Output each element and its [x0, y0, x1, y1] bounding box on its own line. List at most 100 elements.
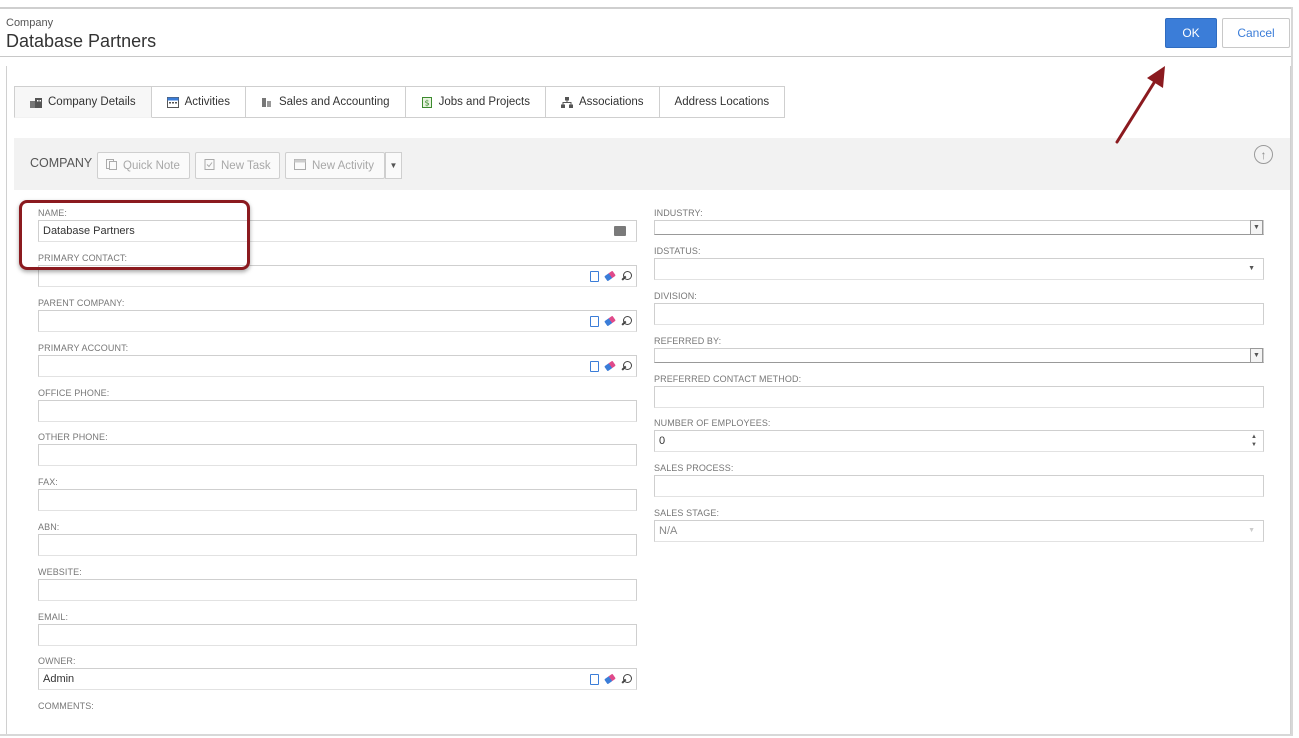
note-icon	[106, 158, 117, 173]
tab-label: Address Locations	[674, 96, 770, 108]
abn-field[interactable]	[38, 534, 637, 556]
industry-select[interactable]: ▼	[654, 220, 1264, 235]
tab-address-locations[interactable]: Address Locations	[659, 86, 786, 118]
owner-field[interactable]: Admin	[38, 668, 637, 690]
clear-eraser-icon[interactable]	[604, 315, 616, 327]
fax-field[interactable]	[38, 489, 637, 511]
section-title: COMPANY	[30, 156, 93, 170]
dialog-header: Company Database Partners OK Cancel	[0, 9, 1291, 57]
sales-stage-select: N/A ▼	[654, 520, 1264, 542]
svg-text:$: $	[424, 98, 429, 107]
lookup-actions	[590, 359, 632, 373]
division-field[interactable]	[654, 303, 1264, 325]
email-label: EMAIL:	[38, 612, 69, 622]
tab-label: Company Details	[48, 96, 136, 108]
chevron-down-icon[interactable]: ▼	[1250, 220, 1263, 235]
parent-company-label: PARENT COMPANY:	[38, 298, 125, 308]
other-phone-label: OTHER PHONE:	[38, 432, 108, 442]
parent-company-field[interactable]	[38, 310, 637, 332]
quick-note-button[interactable]: Quick Note	[97, 152, 190, 179]
sales-stage-label: SALES STAGE:	[654, 508, 720, 518]
website-field[interactable]	[38, 579, 637, 601]
office-phone-label: OFFICE PHONE:	[38, 388, 110, 398]
comments-label: COMMENTS:	[38, 701, 94, 711]
dollar-doc-icon: $	[421, 96, 433, 108]
abn-label: ABN:	[38, 522, 60, 532]
more-actions-dropdown[interactable]: ▼	[385, 152, 402, 179]
preferred-contact-method-label: PREFERRED CONTACT METHOD:	[654, 374, 802, 384]
tab-activities[interactable]: Activities	[151, 86, 246, 118]
window-right-border	[1291, 7, 1293, 735]
sales-process-label: SALES PROCESS:	[654, 463, 734, 473]
entity-name-title: Database Partners	[6, 31, 157, 51]
primary-account-label: PRIMARY ACCOUNT:	[38, 343, 129, 353]
primary-account-field[interactable]	[38, 355, 637, 377]
number-of-employees-value: 0	[659, 435, 666, 447]
clear-eraser-icon[interactable]	[604, 360, 616, 372]
open-record-icon[interactable]	[590, 315, 599, 327]
referred-by-label: REFERRED BY:	[654, 336, 722, 346]
lookup-actions	[590, 672, 632, 686]
search-icon[interactable]	[621, 315, 632, 327]
clear-eraser-icon[interactable]	[604, 673, 616, 685]
preferred-contact-method-field[interactable]	[654, 386, 1264, 408]
number-of-employees-stepper[interactable]: 0 ▲ ▼	[654, 430, 1264, 452]
website-label: WEBSITE:	[38, 567, 82, 577]
caret-down-icon: ▼	[1248, 527, 1255, 534]
open-record-icon[interactable]	[590, 270, 599, 282]
email-field[interactable]	[38, 624, 637, 646]
search-icon[interactable]	[621, 270, 632, 282]
tab-associations[interactable]: Associations	[545, 86, 660, 118]
owner-value: Admin	[43, 673, 75, 685]
annotation-arrow-icon	[1115, 66, 1165, 144]
activity-icon	[294, 158, 306, 173]
window-bottom-border	[0, 734, 1293, 736]
lookup-actions	[590, 314, 632, 328]
cancel-button[interactable]: Cancel	[1222, 18, 1290, 48]
tab-jobs-and-projects[interactable]: $ Jobs and Projects	[405, 86, 546, 118]
industry-label: INDUSTRY:	[654, 208, 703, 218]
calendar-icon	[166, 96, 179, 108]
lookup-actions	[590, 269, 632, 283]
tab-sales-and-accounting[interactable]: Sales and Accounting	[245, 86, 406, 118]
sales-stage-value: N/A	[659, 525, 678, 537]
idstatus-label: IDSTATUS:	[654, 246, 701, 256]
ok-button[interactable]: OK	[1165, 18, 1217, 48]
clear-eraser-icon[interactable]	[604, 270, 616, 282]
task-icon	[204, 158, 215, 173]
business-card-icon[interactable]	[614, 226, 626, 236]
entity-type-label: Company	[6, 17, 54, 29]
tab-label: Associations	[578, 96, 644, 108]
hierarchy-icon	[560, 96, 573, 108]
number-of-employees-label: NUMBER OF EMPLOYEES:	[654, 418, 771, 428]
sales-process-field[interactable]	[654, 475, 1264, 497]
fax-label: FAX:	[38, 477, 58, 487]
open-record-icon[interactable]	[590, 673, 599, 685]
section-toolbar: COMPANY Quick Note New Task New Activity…	[14, 138, 1290, 190]
annotation-highlight-box	[19, 200, 250, 270]
search-icon[interactable]	[621, 360, 632, 372]
tab-label: Activities	[184, 96, 230, 108]
quick-note-label: Quick Note	[123, 159, 180, 172]
company-icon	[30, 97, 42, 108]
tab-label: Jobs and Projects	[438, 96, 530, 108]
search-icon[interactable]	[621, 673, 632, 685]
other-phone-field[interactable]	[38, 444, 637, 466]
caret-down-icon[interactable]: ▼	[1248, 265, 1255, 272]
chevron-down-icon[interactable]: ▼	[1250, 348, 1263, 363]
referred-by-select[interactable]: ▼	[654, 348, 1264, 363]
tab-bar: Company Details Activities Sales and Acc…	[14, 86, 786, 118]
open-record-icon[interactable]	[590, 360, 599, 372]
office-phone-field[interactable]	[38, 400, 637, 422]
new-activity-button[interactable]: New Activity	[285, 152, 385, 179]
owner-label: OWNER:	[38, 656, 76, 666]
new-task-label: New Task	[221, 159, 271, 172]
idstatus-select[interactable]: ▼	[654, 258, 1264, 280]
division-label: DIVISION:	[654, 291, 697, 301]
new-task-button[interactable]: New Task	[195, 152, 280, 179]
collapse-up-icon[interactable]: ↑	[1254, 145, 1273, 164]
spinner-arrows-icon[interactable]: ▲ ▼	[1251, 433, 1257, 449]
coins-icon	[261, 97, 273, 108]
tab-label: Sales and Accounting	[278, 96, 390, 108]
tab-company-details[interactable]: Company Details	[14, 86, 152, 118]
